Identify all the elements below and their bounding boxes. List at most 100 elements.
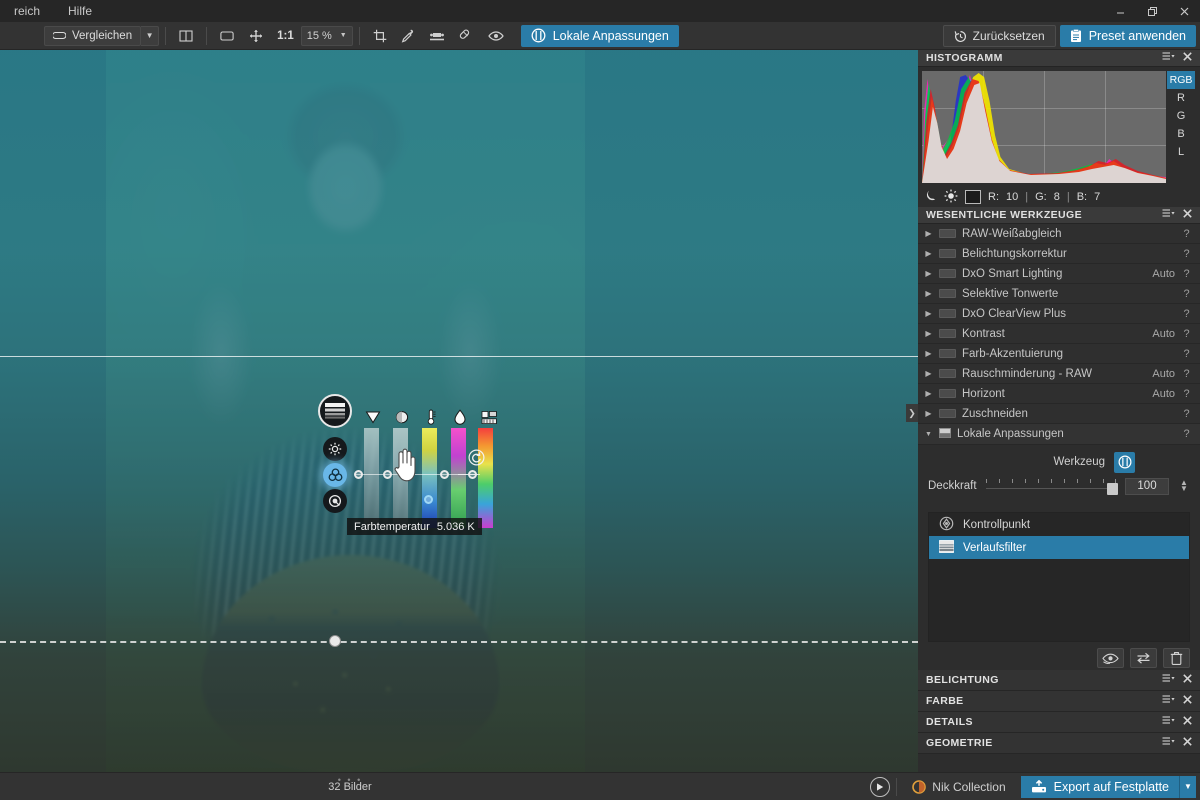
tool-toggle[interactable]: [939, 369, 956, 378]
mask-list[interactable]: Kontrollpunkt Verlaufsfilter: [928, 512, 1190, 642]
crop-icon[interactable]: [366, 25, 394, 47]
tool-row[interactable]: ▶ Belichtungskorrektur?: [918, 244, 1200, 264]
histogram-channel-r[interactable]: R: [1167, 89, 1195, 107]
tool-row[interactable]: ▶ DxO ClearView Plus?: [918, 304, 1200, 324]
help-icon[interactable]: ?: [1181, 348, 1192, 360]
chevron-down-icon[interactable]: ▼: [924, 431, 933, 438]
gradient-filter-top-line[interactable]: [0, 356, 918, 357]
histogram-channel-b[interactable]: B: [1167, 125, 1195, 143]
panel-close-icon[interactable]: [1183, 209, 1192, 221]
tool-auto[interactable]: Auto: [1152, 268, 1175, 280]
panel-menu-icon[interactable]: [1162, 695, 1175, 707]
section-header-details[interactable]: DETAILS: [918, 712, 1200, 733]
horizon-level-icon[interactable]: [422, 25, 452, 47]
help-icon[interactable]: ?: [1181, 408, 1192, 420]
slider-knob-exposure[interactable]: [354, 470, 363, 479]
slider-knob-saturation[interactable]: [440, 470, 449, 479]
tool-auto[interactable]: Auto: [1152, 388, 1175, 400]
opacity-slider-handle[interactable]: [1107, 483, 1118, 495]
help-icon[interactable]: ?: [1181, 308, 1192, 320]
local-adjustments-button[interactable]: Lokale Anpassungen: [520, 24, 679, 47]
panel-close-icon[interactable]: [1183, 52, 1192, 64]
help-icon[interactable]: ?: [1181, 328, 1192, 340]
tool-toggle[interactable]: [939, 389, 956, 398]
tool-row[interactable]: ▶ Zuschneiden?: [918, 404, 1200, 424]
chevron-right-icon[interactable]: ▶: [924, 289, 933, 298]
sun-icon[interactable]: [944, 189, 958, 206]
saturation-drop-icon[interactable]: [451, 408, 469, 426]
tool-row[interactable]: ▶ Rauschminderung - RAW Auto?: [918, 364, 1200, 384]
gradient-filter-bottom-handle[interactable]: [329, 635, 341, 647]
compare-dropdown-caret[interactable]: ▼: [141, 25, 160, 46]
tool-auto[interactable]: Auto: [1152, 328, 1175, 340]
help-icon[interactable]: ?: [1181, 248, 1192, 260]
slider-track-exposure[interactable]: [364, 428, 379, 528]
brightness-mode-button[interactable]: [323, 437, 347, 461]
tool-toggle[interactable]: [939, 329, 956, 338]
minimize-icon[interactable]: [1104, 0, 1136, 22]
restore-icon[interactable]: [1136, 0, 1168, 22]
help-icon[interactable]: ?: [1181, 288, 1192, 300]
tool-toggle[interactable]: [939, 269, 956, 278]
local-adjustments-section-header[interactable]: ▼ Lokale Anpassungen ?: [918, 424, 1200, 445]
slider-track-temperature[interactable]: [422, 428, 437, 528]
help-icon[interactable]: ?: [1181, 428, 1192, 440]
panel-menu-icon[interactable]: [1162, 52, 1175, 64]
section-header-geometrie[interactable]: GEOMETRIE: [918, 733, 1200, 754]
chevron-right-icon[interactable]: ▶: [924, 409, 933, 418]
panel-menu-icon[interactable]: [1162, 209, 1175, 221]
split-view-icon[interactable]: [172, 25, 200, 47]
opacity-stepper[interactable]: ▲ ▼: [1178, 479, 1190, 493]
chevron-right-icon[interactable]: ▶: [924, 389, 933, 398]
panel-menu-icon[interactable]: [1162, 716, 1175, 728]
export-disk-button[interactable]: Export auf Festplatte: [1020, 775, 1179, 798]
slider-knob-temperature[interactable]: [424, 495, 433, 504]
histogram-channel-g[interactable]: G: [1167, 107, 1195, 125]
contrast-sphere-icon[interactable]: [393, 408, 411, 426]
compare-button[interactable]: Vergleichen: [44, 25, 142, 46]
list-item[interactable]: Kontrollpunkt: [929, 513, 1189, 536]
tool-row[interactable]: ▶ RAW-Weißabgleich?: [918, 224, 1200, 244]
tool-row[interactable]: ▶ Kontrast Auto?: [918, 324, 1200, 344]
zoom-ratio-label[interactable]: 1:1: [270, 25, 301, 47]
temperature-thermometer-icon[interactable]: [422, 408, 440, 426]
close-icon[interactable]: [1168, 0, 1200, 22]
tool-toggle[interactable]: [939, 229, 956, 238]
apply-preset-button[interactable]: Preset anwenden: [1059, 25, 1196, 47]
swap-arrows-icon[interactable]: [1130, 648, 1157, 668]
slider-track-saturation[interactable]: [451, 428, 466, 528]
panel-close-icon[interactable]: [1183, 695, 1192, 707]
section-header-belichtung[interactable]: BELICHTUNG: [918, 670, 1200, 691]
tool-row[interactable]: ▶ DxO Smart Lighting Auto?: [918, 264, 1200, 284]
moon-icon[interactable]: [924, 189, 937, 205]
tool-toggle[interactable]: [939, 409, 956, 418]
chevron-right-icon[interactable]: ▶: [924, 229, 933, 238]
tool-auto[interactable]: Auto: [1152, 368, 1175, 380]
help-icon[interactable]: ?: [1181, 268, 1192, 280]
panel-close-icon[interactable]: [1183, 716, 1192, 728]
list-item[interactable]: Verlaufsfilter: [929, 536, 1189, 559]
eyedropper-icon[interactable]: [394, 25, 422, 47]
local-adjustment-icon[interactable]: [1114, 451, 1135, 473]
tool-toggle[interactable]: [939, 289, 956, 298]
panel-collapse-chevron-icon[interactable]: ❯: [906, 404, 918, 422]
trash-icon[interactable]: [1163, 648, 1190, 668]
send-to-icon[interactable]: [870, 776, 891, 797]
menu-item-hilfe[interactable]: Hilfe: [54, 0, 106, 22]
panel-close-icon[interactable]: [1183, 737, 1192, 749]
histogram-channel-l[interactable]: L: [1167, 143, 1195, 161]
help-icon[interactable]: ?: [1181, 388, 1192, 400]
reset-button[interactable]: Zurücksetzen: [942, 25, 1056, 47]
help-icon[interactable]: ?: [1181, 228, 1192, 240]
color-mode-button[interactable]: [323, 463, 347, 487]
eye-mask-icon[interactable]: [1097, 648, 1124, 668]
gradient-filter-bottom-line[interactable]: [0, 641, 918, 643]
eye-preview-icon[interactable]: [481, 25, 511, 47]
fit-to-screen-icon[interactable]: [213, 25, 242, 47]
chevron-right-icon[interactable]: ▶: [924, 349, 933, 358]
chevron-right-icon[interactable]: ▶: [924, 369, 933, 378]
chevron-right-icon[interactable]: ▶: [924, 269, 933, 278]
slider-knob-structure[interactable]: [468, 470, 477, 479]
pan-hand-icon[interactable]: [242, 25, 270, 47]
tool-row[interactable]: ▶ Farb-Akzentuierung?: [918, 344, 1200, 364]
